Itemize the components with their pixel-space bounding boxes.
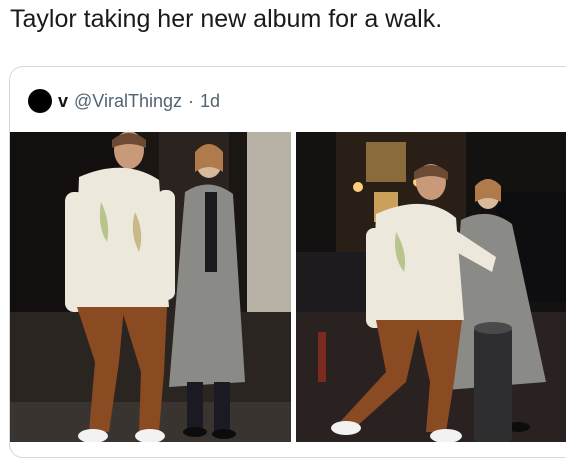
quoted-post-header: v @ViralThingz · 1d [28,88,220,114]
separator-dot: · [188,90,194,111]
quoted-handle[interactable]: @ViralThingz [74,91,182,112]
post-timestamp[interactable]: 1d [200,91,220,112]
photo-left[interactable] [10,132,291,442]
photo-right-illustration [296,132,566,442]
post-caption: Taylor taking her new album for a walk. [10,5,443,33]
photo-right[interactable] [296,132,566,442]
avatar[interactable] [28,89,52,113]
quoted-post-card[interactable]: v @ViralThingz · 1d [9,66,566,458]
photo-left-illustration [10,132,291,442]
quoted-display-name[interactable]: v [58,91,68,112]
